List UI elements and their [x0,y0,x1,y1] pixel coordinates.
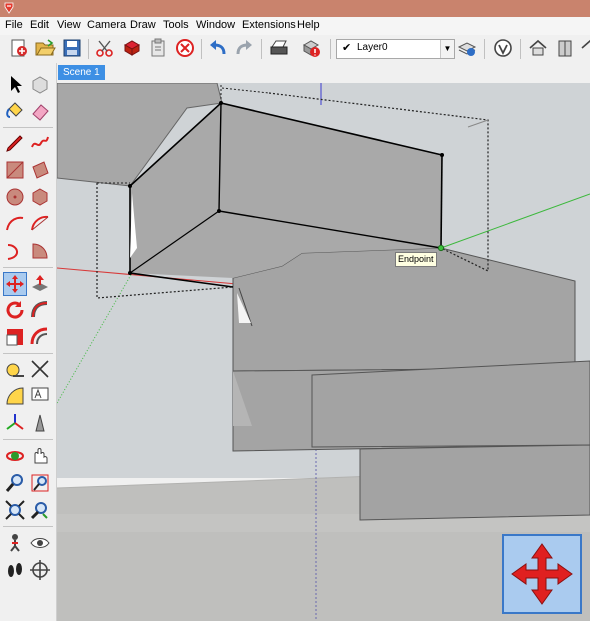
save-icon[interactable] [61,37,83,59]
select-icon[interactable] [4,73,26,95]
extension-warehouse-icon[interactable] [492,37,514,59]
pie-icon[interactable] [29,240,51,262]
menu-file[interactable]: File [5,19,23,31]
endpoint-tooltip: Endpoint [395,252,437,267]
walk-icon[interactable] [4,559,26,581]
zoom-window-icon[interactable] [29,472,51,494]
paint-bucket-icon[interactable] [4,100,26,122]
previous-view-icon[interactable] [29,499,51,521]
title-bar [0,0,590,17]
follow-me-icon[interactable] [29,299,51,321]
three-point-arc-icon[interactable] [4,240,26,262]
menu-edit[interactable]: Edit [30,19,49,31]
redo-icon[interactable] [233,37,255,59]
menu-view[interactable]: View [57,19,81,31]
print-icon[interactable] [268,37,290,59]
rectangle-icon[interactable] [4,159,26,181]
tab-scene-1[interactable]: Scene 1 [58,65,105,80]
step-3-face [311,360,590,448]
scene-tabs-bar: Scene 1 [56,63,590,83]
zoom-extents-icon[interactable] [4,499,26,521]
protractor-icon[interactable] [4,385,26,407]
rotate-icon[interactable] [4,299,26,321]
scale-icon[interactable] [4,326,26,348]
menu-camera[interactable]: Camera [87,19,126,31]
dimension-icon[interactable] [29,358,51,380]
menu-window[interactable]: Window [196,19,235,31]
undo-icon[interactable] [207,37,229,59]
menu-help[interactable]: Help [297,19,320,31]
move-icon [511,543,573,605]
paste-icon[interactable] [147,37,169,59]
house-icon[interactable] [580,37,590,59]
open-icon[interactable] [34,37,56,59]
model-info-icon[interactable] [300,37,322,59]
offset-icon[interactable] [29,326,51,348]
copy-icon[interactable] [121,37,143,59]
component-icon[interactable] [554,37,576,59]
zoom-icon[interactable] [4,472,26,494]
active-tool-indicator [502,534,582,614]
eraser-icon[interactable] [29,100,51,122]
step-4-face [359,444,590,521]
layer-name: Layer0 [357,42,388,53]
axes-icon[interactable] [4,412,26,434]
rotated-rectangle-icon[interactable] [29,159,51,181]
section-plane-icon[interactable] [29,559,51,581]
look-around-icon[interactable] [29,532,51,554]
circle-icon[interactable] [4,186,26,208]
freehand-icon[interactable] [29,132,51,154]
standard-toolbar: ✔ Layer0 ▼ [0,35,590,64]
3d-text-icon[interactable] [29,412,51,434]
chevron-down-icon[interactable]: ▼ [440,40,454,58]
pencil-icon[interactable] [4,132,26,154]
tape-measure-icon[interactable] [4,358,26,380]
push-pull-icon[interactable] [29,272,51,294]
layer-current-check: ✔ [342,42,352,54]
drawing-viewport[interactable]: Endpoint [57,83,590,621]
layer-dropdown[interactable]: ✔ Layer0 ▼ [336,39,455,59]
menu-tools[interactable]: Tools [163,19,189,31]
text-icon[interactable] [29,385,51,407]
polygon-icon[interactable] [29,186,51,208]
pan-icon[interactable] [29,445,51,467]
make-component-icon[interactable] [29,73,51,95]
cut-icon[interactable] [94,37,116,59]
erase-icon[interactable] [174,37,196,59]
move-icon[interactable] [3,272,27,296]
sketchup-logo-icon[interactable] [3,2,15,14]
orbit-icon[interactable] [4,445,26,467]
3d-warehouse-icon[interactable] [527,37,549,59]
menu-draw[interactable]: Draw [130,19,156,31]
menu-extensions[interactable]: Extensions [242,19,296,31]
arc-icon[interactable] [4,213,26,235]
endpoint-marker [437,244,445,252]
new-model-icon[interactable] [8,37,30,59]
large-tool-set [0,63,57,621]
two-point-arc-icon[interactable] [29,213,51,235]
layer-manager-icon[interactable] [456,37,478,59]
position-camera-icon[interactable] [4,532,26,554]
menu-bar: File Edit View Camera Draw Tools Window … [0,17,590,35]
